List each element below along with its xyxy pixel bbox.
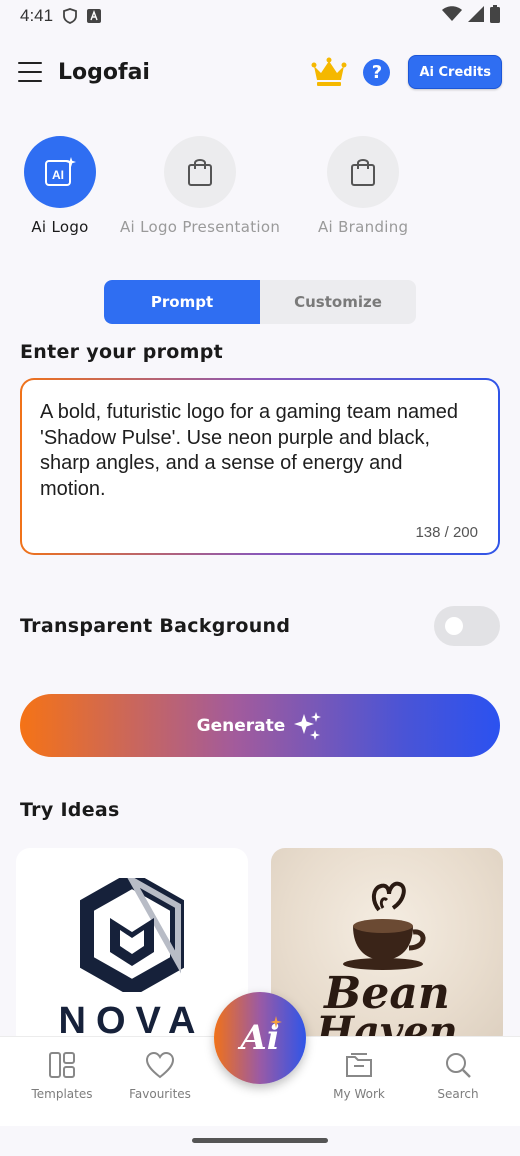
- idea-card-bean-haven[interactable]: Bean Haven: [271, 848, 503, 1048]
- svg-text:AI: AI: [52, 168, 64, 182]
- transparent-background-row: Transparent Background: [20, 606, 500, 646]
- nav-label: Templates: [31, 1087, 93, 1101]
- shield-icon: [63, 8, 77, 24]
- shopping-bag-icon: [164, 136, 237, 208]
- nav-label: Search: [437, 1087, 479, 1101]
- nav-label: My Work: [333, 1087, 385, 1101]
- nova-logo-mark: [80, 878, 184, 992]
- ai-fab-button[interactable]: Ai: [214, 992, 306, 1084]
- character-counter: 138 / 200: [415, 524, 478, 541]
- idea-card-nova[interactable]: NOVA: [16, 848, 248, 1048]
- sparkles-icon: [294, 711, 322, 740]
- prompt-input-frame: A bold, futuristic logo for a gaming tea…: [20, 378, 500, 555]
- heart-icon: [145, 1051, 175, 1079]
- ai-credits-button[interactable]: Ai Credits: [408, 55, 502, 89]
- toggle-knob: [445, 617, 463, 635]
- coffee-cup-icon: [343, 881, 426, 970]
- generate-label: Generate: [196, 715, 286, 736]
- nav-templates[interactable]: Templates: [12, 1051, 112, 1101]
- wifi-icon: [442, 6, 462, 26]
- tool-label: Ai Logo: [31, 218, 89, 236]
- status-time: 4:41: [20, 6, 54, 25]
- nav-label: Favourites: [129, 1087, 191, 1101]
- nav-favourites[interactable]: Favourites: [110, 1051, 210, 1101]
- mode-segmented-control: Prompt Customize: [104, 280, 416, 324]
- sparkle-icon: [270, 1016, 282, 1028]
- notification-a-icon: [87, 9, 102, 23]
- ai-icon: AI: [24, 136, 96, 208]
- app-bar: Logofai ? Ai Credits: [0, 44, 520, 100]
- prompt-text[interactable]: A bold, futuristic logo for a gaming tea…: [40, 400, 468, 502]
- try-ideas-title: Try Ideas: [20, 799, 120, 821]
- app-title: Logofai: [58, 59, 150, 85]
- nav-my-work[interactable]: My Work: [309, 1051, 409, 1101]
- search-icon: [446, 1053, 471, 1078]
- templates-icon: [49, 1052, 75, 1078]
- nav-search[interactable]: Search: [408, 1051, 508, 1101]
- help-icon[interactable]: ?: [363, 58, 391, 86]
- tool-ai-logo-presentation[interactable]: Ai Logo Presentation: [120, 136, 280, 236]
- prompt-section-title: Enter your prompt: [20, 341, 224, 363]
- tool-ai-logo[interactable]: AI Ai Logo: [24, 136, 96, 236]
- shopping-bag-icon: [327, 136, 400, 208]
- folder-icon: [346, 1053, 372, 1077]
- hamburger-menu-icon[interactable]: [18, 62, 42, 82]
- battery-icon: [490, 5, 500, 27]
- generate-button[interactable]: Generate: [20, 694, 500, 757]
- transparent-background-label: Transparent Background: [20, 615, 291, 637]
- home-indicator[interactable]: [192, 1138, 328, 1143]
- crown-icon[interactable]: [311, 57, 347, 87]
- app-bar-actions: ? Ai Credits: [311, 55, 502, 89]
- prompt-input[interactable]: A bold, futuristic logo for a gaming tea…: [22, 380, 498, 553]
- tool-ai-branding[interactable]: Ai Branding: [318, 136, 408, 236]
- status-bar: 4:41: [0, 0, 520, 32]
- tab-customize[interactable]: Customize: [260, 280, 416, 324]
- cellular-signal-icon: [468, 6, 484, 26]
- tool-selector: AI Ai Logo Ai Logo Presentation Ai Brand…: [0, 136, 520, 246]
- tool-label: Ai Branding: [318, 218, 409, 236]
- tab-prompt[interactable]: Prompt: [104, 280, 260, 324]
- transparent-background-toggle[interactable]: [434, 606, 500, 646]
- tool-label: Ai Logo Presentation: [120, 218, 281, 236]
